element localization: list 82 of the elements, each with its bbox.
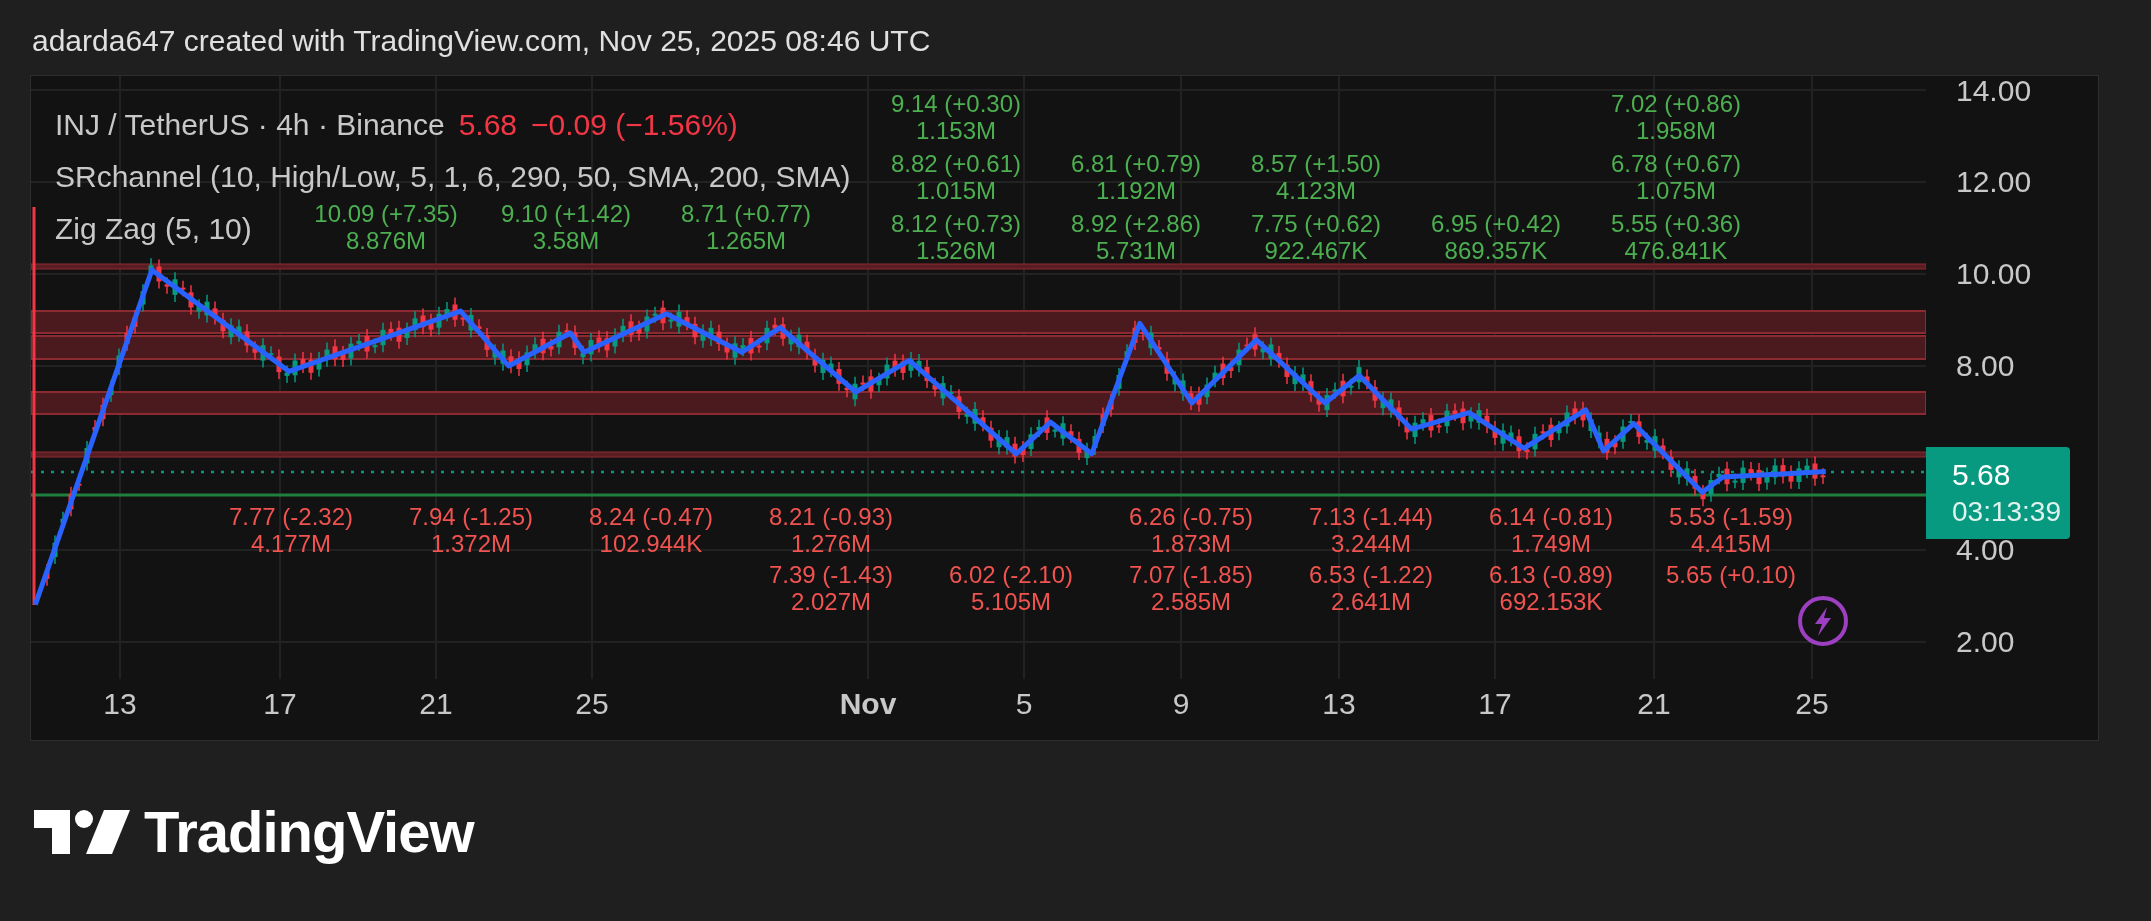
time-label: 25: [575, 689, 609, 720]
pivot-label: 6.13 (-0.89): [1488, 562, 1614, 587]
pivot-label: 9.14 (+0.30): [890, 91, 1022, 116]
volume-label: 692.153K: [1499, 589, 1603, 614]
price-tick: 12.00: [1956, 167, 2032, 197]
pivot-label: 6.95 (+0.42): [1430, 211, 1562, 236]
pivot-label: 6.02 (-2.10): [948, 562, 1074, 587]
time-label: 25: [1795, 689, 1829, 720]
time-label: 13: [103, 689, 137, 720]
volume-label: 1.526M: [915, 238, 997, 263]
price-tick: 4.00: [1956, 535, 2015, 565]
pivot-label: 6.78 (+0.67): [1610, 151, 1742, 176]
volume-label: 922.467K: [1264, 238, 1368, 263]
badge-price: 5.68: [1952, 460, 2012, 490]
volume-label: 4.123M: [1275, 178, 1357, 203]
pivot-label: 5.53 (-1.59): [1668, 504, 1794, 529]
time-label: 21: [419, 689, 453, 720]
pivot-label: 8.92 (+2.86): [1070, 211, 1202, 236]
volume-label: 1.372M: [430, 531, 511, 556]
time-label: 17: [1478, 689, 1512, 720]
pivot-label: 10.09 (+7.35): [314, 201, 458, 226]
time-label: 13: [1322, 689, 1356, 720]
pivot-label: 7.94 (-1.25): [408, 504, 534, 529]
pivot-label: 8.82 (+0.61): [890, 151, 1022, 176]
time-label: Nov: [839, 689, 897, 720]
symbol-title: INJ / TetherUS · 4h · Binance: [55, 110, 445, 140]
pivot-label: 7.02 (+0.86): [1610, 91, 1742, 116]
price-tick: 14.00: [1956, 76, 2032, 106]
volume-label: 4.415M: [1690, 531, 1771, 556]
last-price: 5.68: [458, 110, 517, 140]
volume-label: 1.958M: [1635, 118, 1717, 143]
volume-label: 4.177M: [250, 531, 331, 556]
pivot-label: 7.75 (+0.62): [1250, 211, 1382, 236]
price-tick: 10.00: [1956, 259, 2032, 289]
volume-label: 1.192M: [1095, 178, 1177, 203]
volume-label: 3.58M: [532, 228, 600, 253]
pivot-label: 6.53 (-1.22): [1308, 562, 1434, 587]
volume-label: 1.749M: [1510, 531, 1591, 556]
time-label: 9: [1172, 689, 1190, 720]
time-label: 17: [263, 689, 297, 720]
pivot-label: 8.21 (-0.93): [768, 504, 894, 529]
time-label: 5: [1015, 689, 1033, 720]
price-tick: 8.00: [1956, 351, 2015, 381]
volume-label: 1.265M: [705, 228, 787, 253]
pivot-label: 6.26 (-0.75): [1128, 504, 1254, 529]
pivot-label: 7.07 (-1.85): [1128, 562, 1254, 587]
pivot-label: 8.24 (-0.47): [588, 504, 714, 529]
volume-label: 8.876M: [345, 228, 427, 253]
pivot-label: 7.77 (-2.32): [228, 504, 354, 529]
price-change: −0.09 (−1.56%): [531, 110, 738, 140]
pivot-label: 6.14 (-0.81): [1488, 504, 1614, 529]
indicator-title: Zig Zag (5, 10): [55, 214, 252, 244]
indicator-title: SRchannel (10, High/Low, 5, 1, 6, 290, 50, SMA, 200, SMA): [55, 162, 851, 192]
pivot-label: 7.13 (-1.44): [1308, 504, 1434, 529]
pivot-label: 8.12 (+0.73): [890, 211, 1022, 236]
badge-countdown: 03:13:39: [1952, 498, 2062, 526]
pivot-label: 5.55 (+0.36): [1610, 211, 1742, 236]
volume-label: 5.105M: [970, 589, 1051, 614]
pivot-label: 6.81 (+0.79): [1070, 151, 1202, 176]
time-label: 21: [1637, 689, 1671, 720]
volume-label: 1.153M: [915, 118, 997, 143]
volume-label: 2.027M: [790, 589, 871, 614]
volume-label: 102.944K: [599, 531, 703, 556]
volume-label: 5.731M: [1095, 238, 1177, 263]
volume-label: 1.276M: [790, 531, 871, 556]
pivot-label: 7.39 (-1.43): [768, 562, 894, 587]
volume-label: 3.244M: [1330, 531, 1411, 556]
pivot-label: 5.65 (+0.10): [1665, 562, 1797, 587]
price-tick: 2.00: [1956, 627, 2015, 657]
volume-label: 869.357K: [1444, 238, 1548, 263]
logo-icon: [34, 810, 130, 854]
lightning-icon[interactable]: [1797, 595, 1849, 647]
pivot-label: 8.57 (+1.50): [1250, 151, 1382, 176]
volume-label: 476.841K: [1624, 238, 1728, 263]
volume-label: 2.585M: [1150, 589, 1231, 614]
volume-label: 2.641M: [1330, 589, 1411, 614]
volume-label: 1.015M: [915, 178, 997, 203]
pivot-label: 8.71 (+0.77): [680, 201, 812, 226]
volume-label: 1.873M: [1150, 531, 1231, 556]
volume-label: 1.075M: [1635, 178, 1717, 203]
pivot-label: 9.10 (+1.42): [500, 201, 632, 226]
header-text: adarda647 created with TradingView.com, Nov 25, 2025 08:46 UTC: [32, 24, 931, 57]
